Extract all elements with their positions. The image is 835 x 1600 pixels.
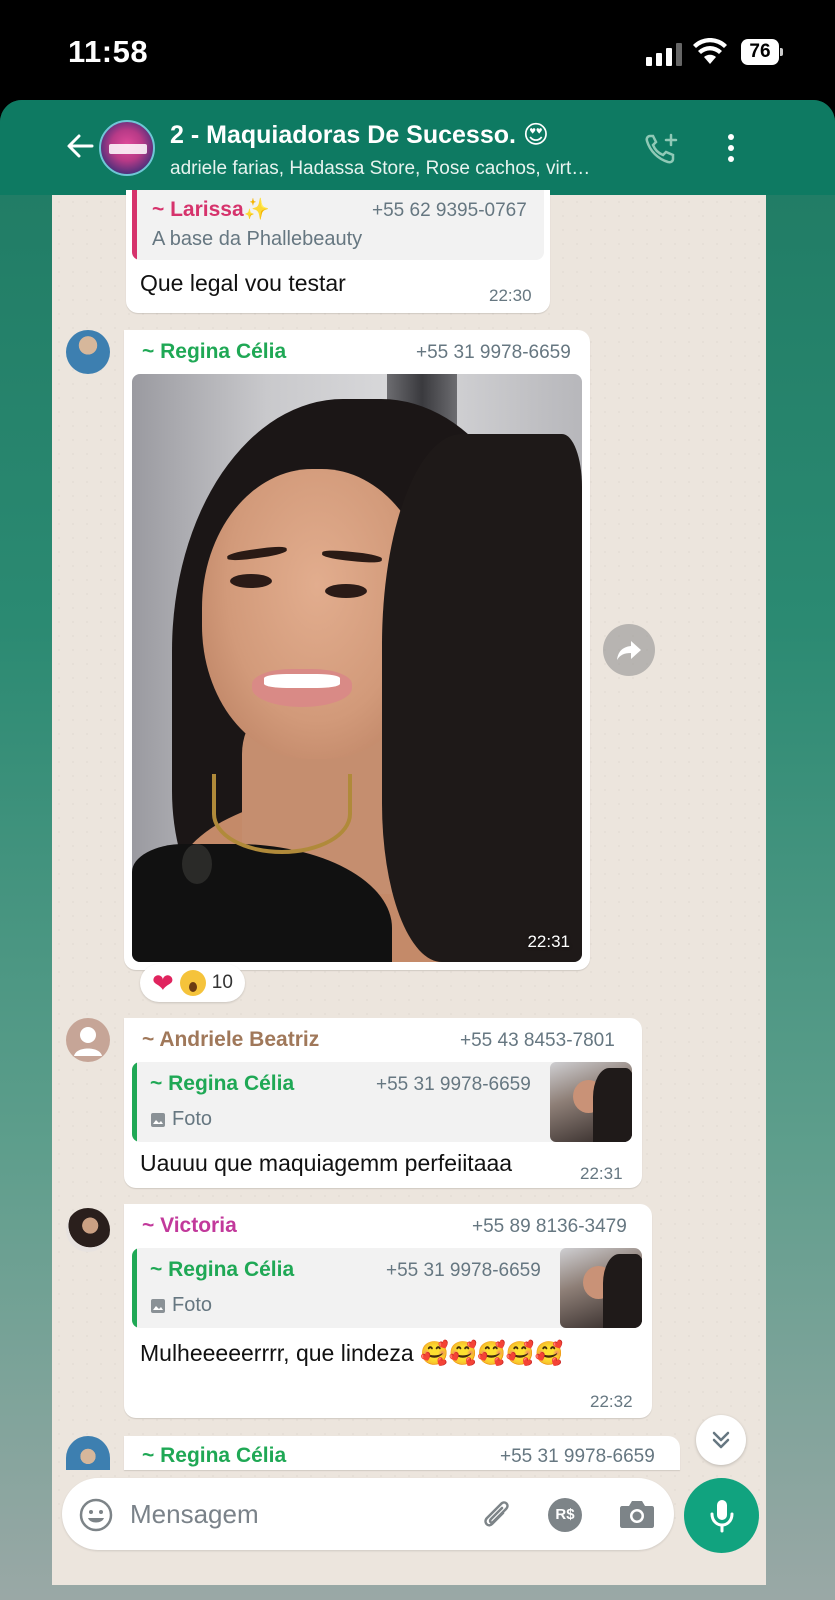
message-time: 22:32 — [590, 1392, 633, 1411]
group-avatar[interactable] — [99, 120, 155, 176]
quoted-text: A base da Phallebeauty — [152, 228, 363, 250]
quoted-sender: ~ Regina Célia — [150, 1072, 295, 1095]
status-time: 11:58 — [68, 34, 149, 69]
message-bubble[interactable]: ~ Andriele Beatriz +55 43 8453-7801 ~ Re… — [124, 1018, 642, 1188]
avatar[interactable] — [66, 1018, 110, 1062]
mic-icon — [710, 1499, 733, 1532]
forward-icon[interactable] — [603, 624, 655, 676]
quoted-message[interactable]: ~ Larissa✨ +55 62 9395-0767 A base da Ph… — [132, 190, 544, 260]
wifi-icon — [693, 38, 727, 64]
paperclip-icon[interactable] — [478, 1496, 514, 1532]
image-icon — [151, 1113, 165, 1127]
message-text: Mulheeeeerrrr, que lindeza 🥰🥰🥰🥰🥰 — [140, 1340, 564, 1366]
quoted-phone: +55 31 9978-6659 — [386, 1260, 541, 1281]
back-arrow-icon[interactable] — [65, 131, 95, 161]
message-photo[interactable]: 22:31 — [132, 374, 582, 962]
group-members[interactable]: adriele farias, Hadassa Store, Rose cach… — [170, 158, 590, 180]
quoted-message[interactable]: ~ Regina Célia +55 31 9978-6659 Foto — [132, 1062, 632, 1142]
avatar[interactable] — [66, 330, 110, 374]
sender-phone: +55 89 8136-3479 — [472, 1216, 627, 1237]
quoted-text: Foto — [172, 1108, 213, 1130]
message-bubble[interactable]: ~ Larissa✨ +55 62 9395-0767 A base da Ph… — [126, 190, 550, 313]
quoted-message[interactable]: ~ Regina Célia +55 31 9978-6659 Foto — [132, 1248, 642, 1328]
add-call-icon[interactable] — [643, 132, 679, 166]
message-input[interactable]: Mensagem — [130, 1499, 259, 1530]
sender-phone: +55 43 8453-7801 — [460, 1030, 615, 1051]
quoted-phone: +55 31 9978-6659 — [376, 1074, 531, 1095]
sender-phone: +55 31 9978-6659 — [416, 342, 571, 363]
group-title[interactable]: 2 - Maquiadoras De Sucesso. 😍 — [170, 120, 549, 150]
more-vert-icon[interactable] — [725, 134, 737, 164]
battery-icon: 76 — [741, 39, 783, 65]
sender-name[interactable]: ~ Regina Célia — [142, 340, 286, 364]
sender-phone: +55 31 9978-6659 — [500, 1446, 655, 1467]
quoted-thumbnail — [550, 1062, 632, 1142]
message-bubble[interactable]: ~ Regina Célia +55 31 9978-6659 — [124, 1436, 680, 1470]
message-text: Uauuu que maquiagemm perfeiitaaa — [140, 1150, 513, 1176]
image-icon — [151, 1299, 165, 1313]
heart-icon: ❤ — [152, 968, 174, 998]
message-time: 22:30 — [489, 286, 532, 305]
mic-button[interactable] — [684, 1478, 759, 1553]
sender-name[interactable]: ~ Andriele Beatriz — [142, 1028, 319, 1052]
quoted-sender: ~ Regina Célia — [150, 1258, 295, 1281]
status-bar: 11:58 76 — [0, 0, 835, 100]
sender-name[interactable]: ~ Victoria — [142, 1214, 237, 1238]
sender-name[interactable]: ~ Regina Célia — [142, 1444, 286, 1468]
scroll-to-bottom-button[interactable] — [696, 1415, 746, 1465]
quoted-phone: +55 62 9395-0767 — [372, 200, 527, 221]
payment-button[interactable]: R$ — [548, 1498, 582, 1532]
reaction-count: 10 — [211, 972, 233, 993]
quoted-text: Foto — [172, 1294, 213, 1316]
message-time: 22:31 — [580, 1164, 623, 1183]
signal-icon — [646, 42, 682, 66]
chevron-double-down-icon — [712, 1431, 730, 1449]
battery-level: 76 — [741, 39, 779, 65]
quoted-sender: ~ Larissa✨ — [152, 198, 270, 221]
message-bubble[interactable]: ~ Victoria +55 89 8136-3479 ~ Regina Cél… — [124, 1204, 652, 1418]
emoji-icon[interactable] — [78, 1497, 114, 1533]
wow-emoji-icon — [179, 970, 206, 996]
reactions-bar[interactable]: ❤ 10 — [140, 964, 245, 1002]
message-text: Que legal vou testar — [140, 270, 346, 296]
avatar[interactable] — [66, 1208, 110, 1252]
photo-time: 22:31 — [527, 932, 570, 951]
camera-icon[interactable] — [618, 1497, 656, 1531]
quoted-thumbnail — [560, 1248, 642, 1328]
